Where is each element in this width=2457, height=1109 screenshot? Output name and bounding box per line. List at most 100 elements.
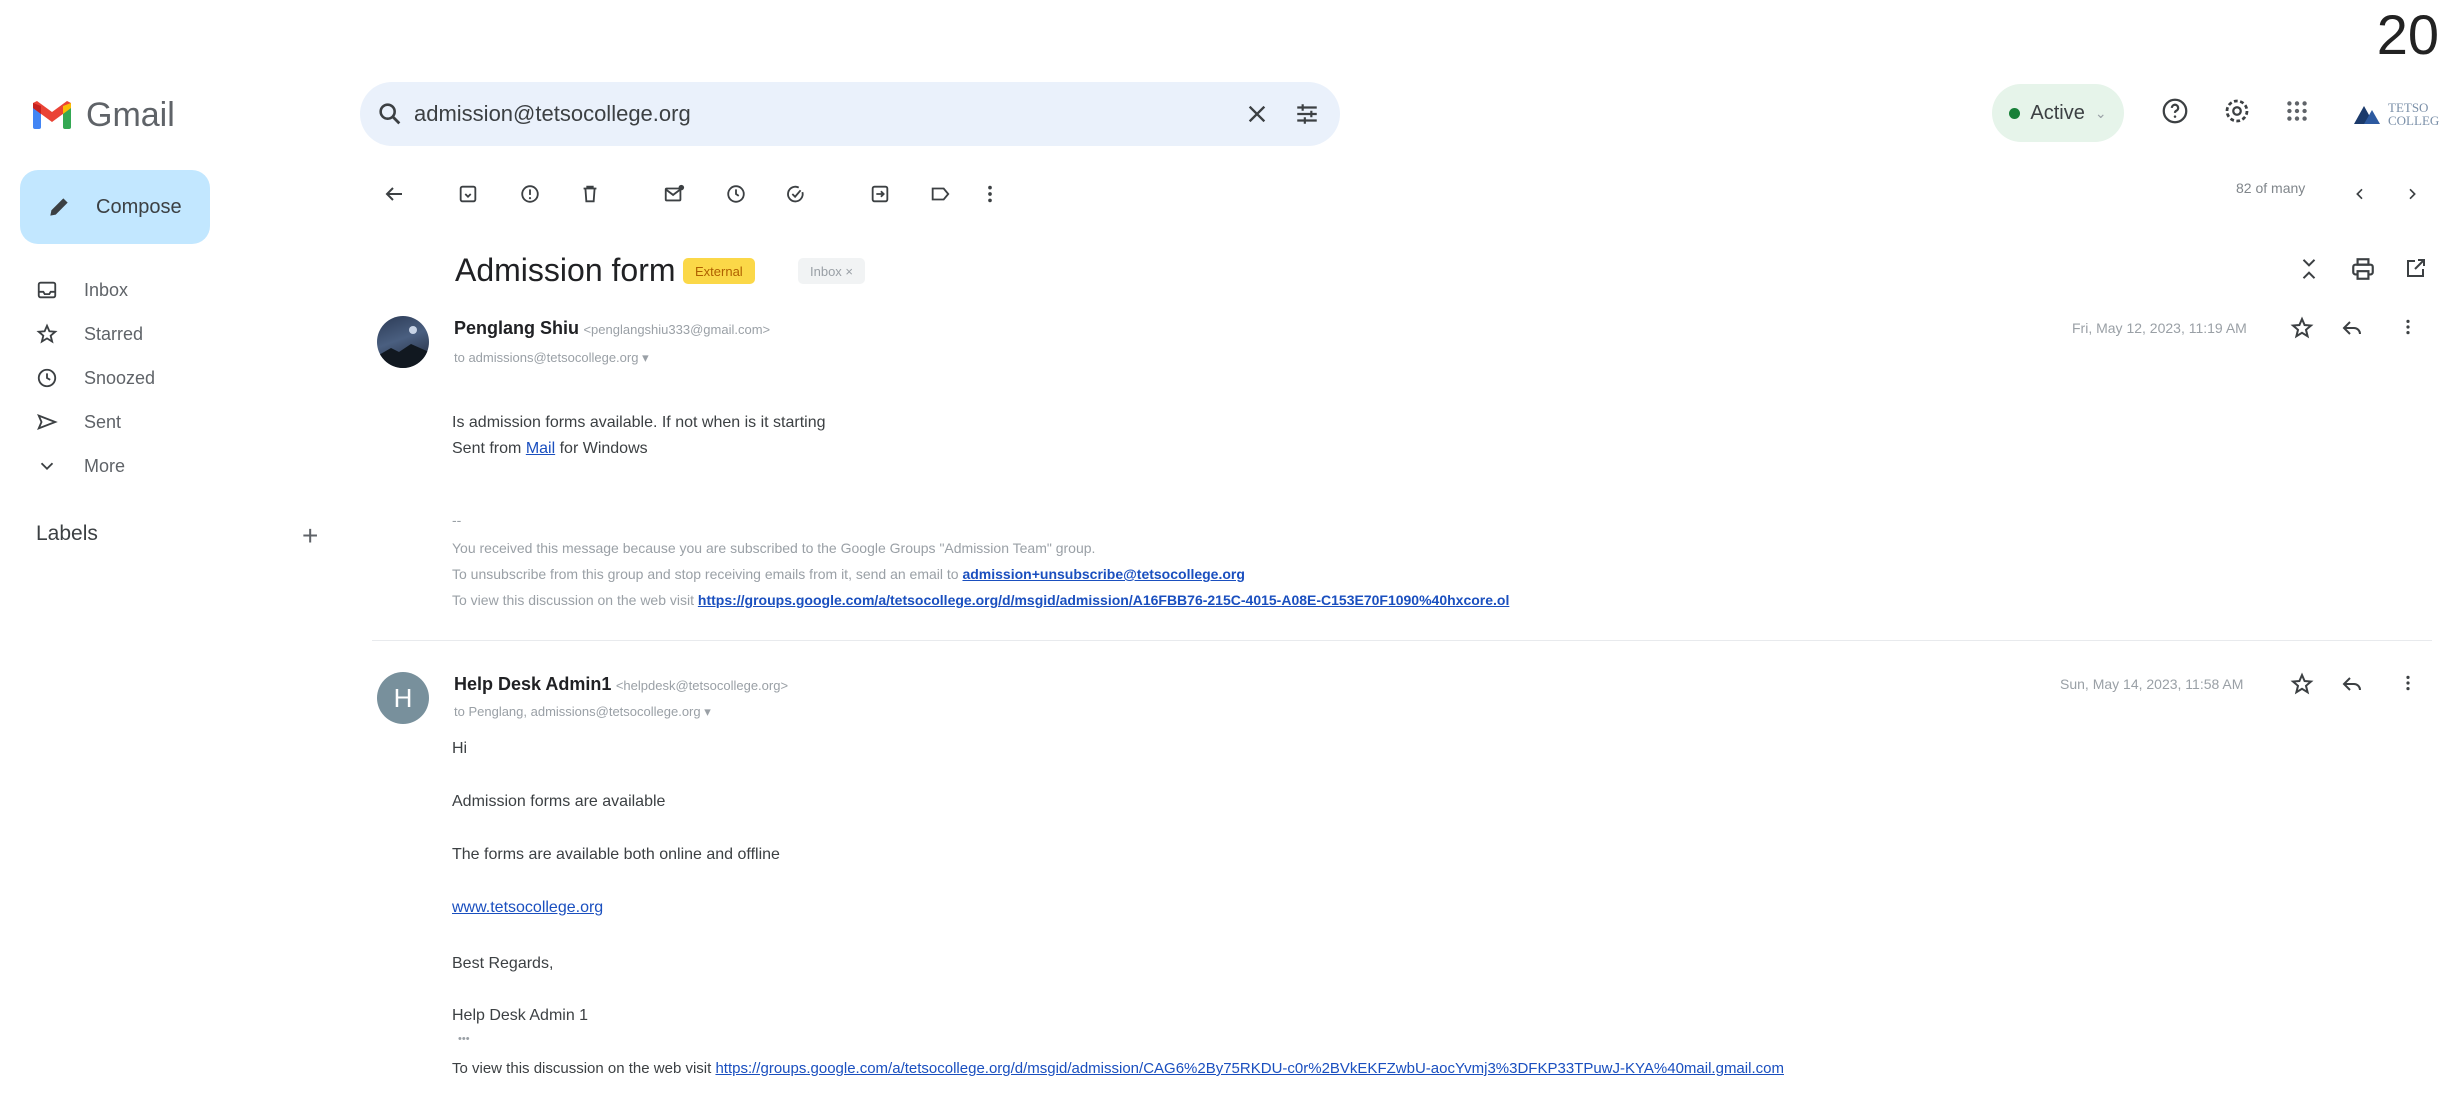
gmail-logo[interactable]: Gmail	[32, 95, 175, 135]
chevron-right-icon[interactable]	[2392, 174, 2432, 214]
collapse-icon[interactable]	[2298, 256, 2320, 282]
compose-label: Compose	[96, 195, 182, 218]
star-icon[interactable]	[2290, 672, 2314, 696]
sender-name[interactable]: Penglang Shiu	[454, 318, 579, 338]
sidebar-item-label: Starred	[84, 323, 144, 344]
regards-text: Best Regards,	[452, 955, 554, 972]
settings-icon[interactable]	[2222, 96, 2252, 126]
help-icon[interactable]	[2160, 96, 2190, 126]
status-selector[interactable]: Active ⌄	[1992, 84, 2124, 142]
avatar-photo-icon	[377, 326, 429, 368]
search-icon[interactable]	[376, 100, 404, 128]
open-new-window-icon[interactable]	[2404, 256, 2428, 280]
email-subject: Admission form	[455, 252, 676, 288]
sidebar-item-label: Sent	[84, 411, 122, 432]
mail-link[interactable]: Mail	[526, 440, 555, 457]
more-vert-icon[interactable]	[2404, 316, 2412, 338]
sidebar-item-snoozed[interactable]: Snoozed	[36, 358, 155, 398]
sender-email: <penglangshiu333@gmail.com>	[583, 322, 771, 337]
report-icon[interactable]	[510, 174, 550, 214]
compose-button[interactable]: Compose	[20, 170, 210, 244]
sidebar-item-starred[interactable]: Starred	[36, 314, 143, 354]
recipients[interactable]: to admissions@tetsocollege.org ▾	[454, 350, 649, 366]
archive-icon[interactable]	[448, 174, 488, 214]
inbox-icon	[37, 281, 57, 299]
discussion-line: To view this discussion on the web visit…	[452, 1060, 1784, 1077]
unsubscribe-line: To unsubscribe from this group and stop …	[452, 566, 1245, 582]
chevron-left-icon[interactable]	[2340, 174, 2380, 214]
avatar[interactable]: H	[377, 672, 429, 724]
message-date: Fri, May 12, 2023, 11:19 AM	[2072, 320, 2247, 336]
status-dot	[2009, 107, 2021, 119]
avatar[interactable]	[377, 316, 429, 368]
sender-line: Help Desk Admin1 <helpdesk@tetsocollege.…	[454, 674, 788, 695]
label-icon[interactable]	[920, 174, 960, 214]
message-divider	[372, 640, 2432, 641]
star-icon[interactable]	[2290, 316, 2314, 340]
message-body-line: Is admission forms available. If not whe…	[452, 414, 826, 431]
search-bar[interactable]: admission@tetsocollege.org	[360, 82, 1340, 146]
chevron-down-icon	[40, 462, 54, 471]
discussion-line: To view this discussion on the web visit…	[452, 592, 1509, 608]
snooze-icon[interactable]	[716, 174, 756, 214]
discussion-link[interactable]: https://groups.google.com/a/tetsocollege…	[698, 592, 1509, 608]
college-logo-icon	[2354, 106, 2380, 124]
labels-heading: Labels	[36, 522, 98, 545]
website-link[interactable]: www.tetsocollege.org	[452, 899, 603, 917]
sidebar-item-sent[interactable]: Sent	[36, 402, 121, 442]
sidebar-item-label: Inbox	[84, 279, 129, 300]
more-vert-icon[interactable]	[970, 174, 1010, 214]
sidebar-item-more[interactable]: More	[36, 446, 125, 486]
reply-icon[interactable]	[2340, 672, 2364, 696]
reply-icon[interactable]	[2340, 316, 2364, 340]
pencil-icon	[50, 198, 68, 216]
footer-text: To view this discussion on the web visit	[452, 1060, 716, 1077]
chevron-down-icon: ⌄	[2094, 104, 2107, 121]
sidebar-item-label: More	[84, 455, 126, 476]
message-signature: Sent from Mail for Windows	[452, 440, 648, 458]
discussion-link[interactable]: https://groups.google.com/a/tetsocollege…	[715, 1060, 1784, 1077]
signature-name: Help Desk Admin 1	[452, 1007, 589, 1024]
signature-text: Sent from	[452, 440, 526, 457]
apps-icon[interactable]	[2284, 98, 2310, 124]
back-icon[interactable]	[374, 174, 414, 214]
brand-line2: COLLEG	[2388, 113, 2440, 128]
footer-text: To view this discussion on the web visit	[452, 592, 698, 608]
add-task-icon[interactable]	[776, 174, 816, 214]
sidebar-item-label: Snoozed	[84, 367, 156, 388]
message-body-line: Admission forms are available	[452, 793, 666, 810]
recipients[interactable]: to Penglang, admissions@tetsocollege.org…	[454, 704, 711, 720]
add-label-button[interactable]: +	[302, 520, 318, 552]
move-to-icon[interactable]	[860, 174, 900, 214]
sidebar-item-inbox[interactable]: Inbox	[36, 270, 128, 310]
more-vert-icon[interactable]	[2404, 672, 2412, 694]
send-icon	[37, 413, 58, 431]
message-greeting: Hi	[452, 740, 468, 757]
sender-name[interactable]: Help Desk Admin1	[454, 674, 611, 694]
inbox-label-chip[interactable]: Inbox ×	[798, 258, 866, 284]
status-label: Active	[2030, 101, 2085, 124]
app-name: Gmail	[86, 95, 175, 134]
account-brand[interactable]: TETSO COLLEG	[2352, 92, 2452, 136]
unsubscribe-link[interactable]: admission+unsubscribe@tetsocollege.org	[962, 566, 1244, 582]
search-input[interactable]: admission@tetsocollege.org	[414, 101, 1246, 127]
clock-icon	[37, 368, 57, 388]
external-badge: External	[683, 258, 755, 284]
filter-icon[interactable]	[1294, 101, 1320, 127]
footer-text: To unsubscribe from this group and stop …	[452, 566, 963, 582]
clear-icon[interactable]	[1246, 103, 1268, 125]
message-date: Sun, May 14, 2023, 11:58 AM	[2060, 676, 2244, 692]
page-number: 20	[2376, 3, 2439, 66]
trash-icon[interactable]	[570, 174, 610, 214]
gmail-m-icon	[33, 101, 71, 129]
signature-text: for Windows	[555, 440, 648, 457]
sender-email: <helpdesk@tetsocollege.org>	[615, 678, 789, 693]
message-body-line: The forms are available both online and …	[452, 846, 780, 863]
sender-line: Penglang Shiu <penglangshiu333@gmail.com…	[454, 318, 770, 339]
mark-unread-icon[interactable]	[654, 174, 694, 214]
separator-dashes: --	[452, 512, 462, 528]
print-icon[interactable]	[2350, 256, 2376, 282]
group-footer-line: You received this message because you ar…	[452, 540, 1096, 556]
show-trimmed-content[interactable]: •••	[458, 1033, 470, 1045]
pagination-info: 82 of many	[2236, 180, 2306, 196]
